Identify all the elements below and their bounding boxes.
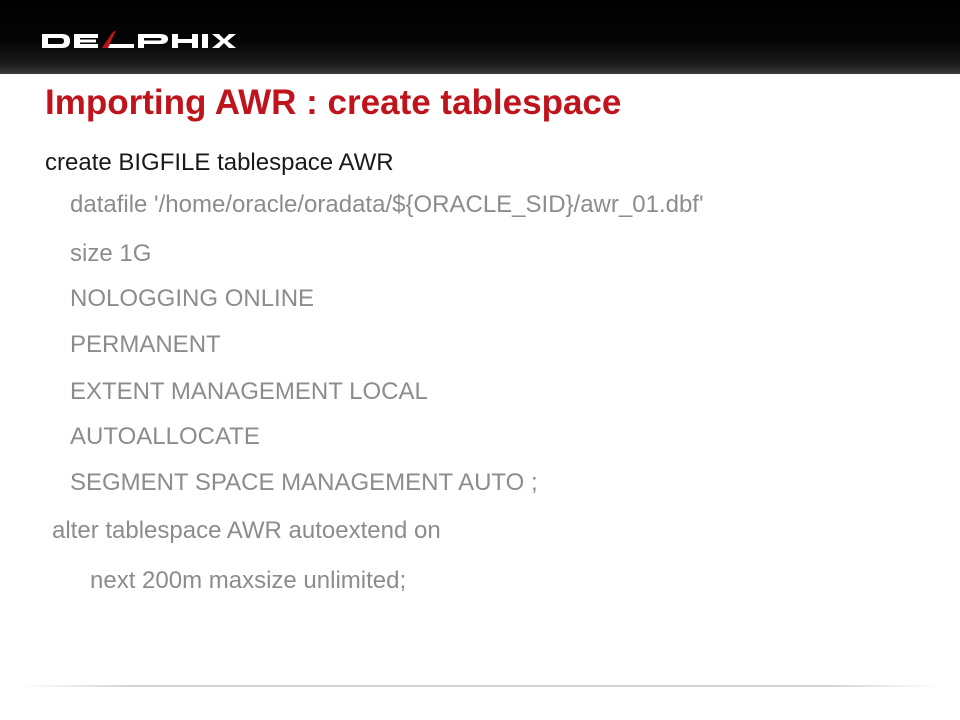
code-line: create BIGFILE tablespace AWR [45,149,394,176]
code-line: alter tablespace AWR autoextend on [52,517,441,544]
code-line: datafile '/home/oracle/oradata/${ORACLE_… [70,191,704,218]
code-line: next 200m maxsize unlimited; [90,567,407,594]
code-line: size 1G [70,240,152,267]
slide: Importing AWR : create tablespace create… [0,0,960,720]
slide-title: Importing AWR : create tablespace [45,83,622,122]
code-line: EXTENT MANAGEMENT LOCAL [70,378,428,405]
code-line: SEGMENT SPACE MANAGEMENT AUTO ; [70,469,538,496]
header-bar [0,0,960,74]
code-line: AUTOALLOCATE [70,423,260,450]
delphix-logo [40,30,240,66]
code-line: NOLOGGING ONLINE [70,285,315,312]
code-line: PERMANENT [70,331,221,358]
footer-divider [20,685,940,687]
